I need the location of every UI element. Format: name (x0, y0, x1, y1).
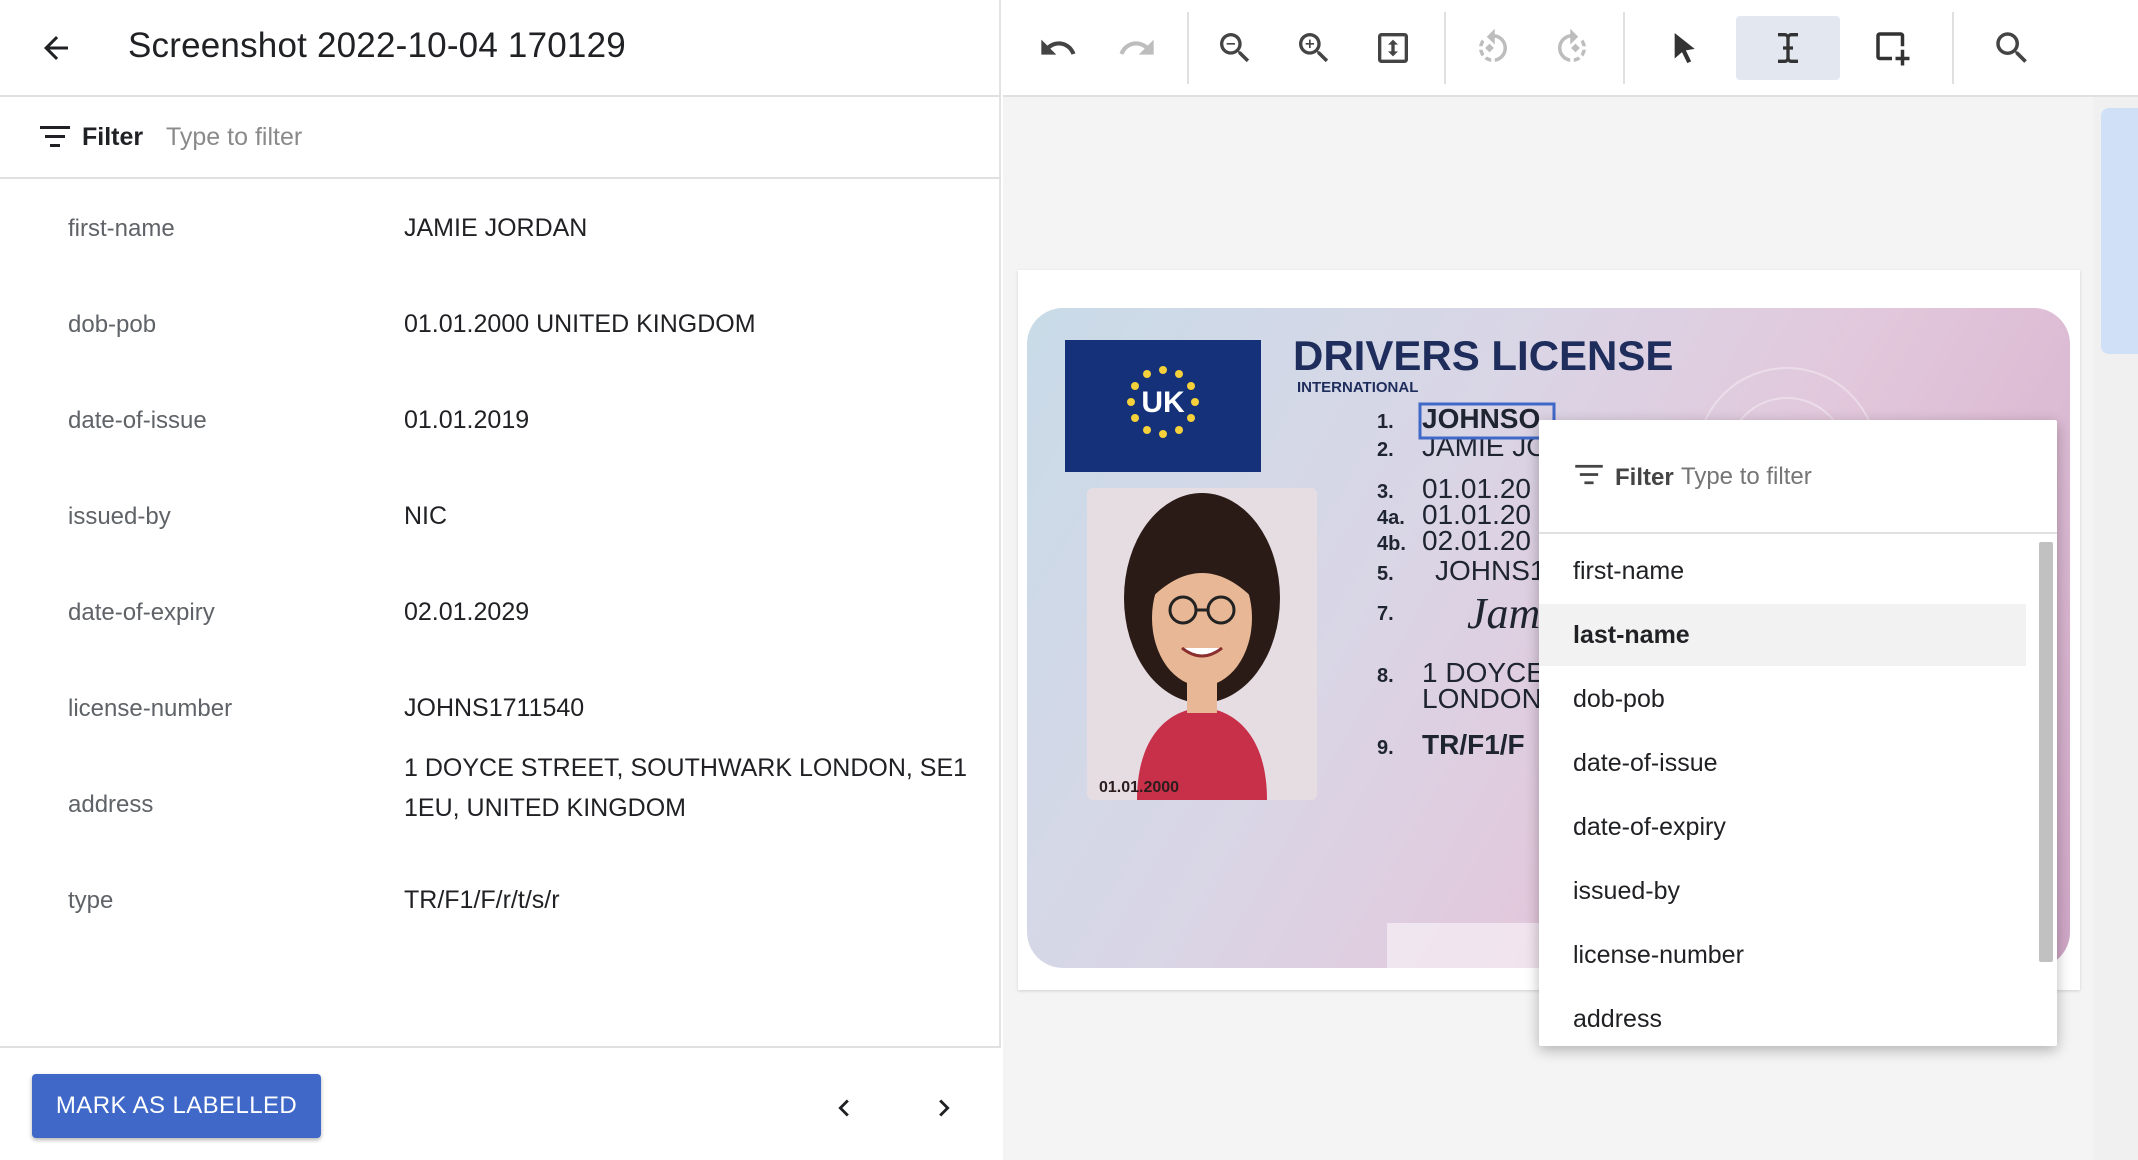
field-key: address (68, 791, 154, 818)
text-select-button[interactable] (1736, 16, 1840, 80)
document-title: Screenshot 2022-10-04 170129 (128, 26, 626, 65)
card-line-number: 1. (1377, 411, 1394, 433)
field-value: 01.01.2019 (404, 406, 530, 434)
field-key: date-of-expiry (68, 599, 215, 626)
card-line-number: 4a. (1377, 507, 1405, 529)
redo-icon (1119, 39, 1154, 55)
label-picker-dropdown: Filter first-name last-name dob-pob date… (1539, 420, 2057, 1046)
filter-icon (1575, 464, 1603, 485)
card-subheading: INTERNATIONAL (1297, 379, 1418, 396)
field-key: type (68, 887, 114, 914)
field-value: JOHNS1711540 (404, 694, 585, 722)
app-root: Screenshot 2022-10-04 170129 Filter firs… (0, 0, 2138, 1160)
dropdown-filter-label: Filter (1615, 464, 1674, 491)
card-line-number: 4b. (1377, 533, 1406, 555)
text-select-icon (1778, 33, 1798, 63)
field-key: dob-pob (68, 311, 157, 338)
field-key: issued-by (68, 503, 171, 530)
field-value: NIC (404, 502, 448, 530)
zoom-out-icon (1220, 33, 1250, 63)
field-value: JAMIE JORDAN (404, 214, 588, 242)
filter-icon (40, 126, 70, 147)
back-button[interactable] (28, 22, 84, 74)
dropdown-option[interactable]: dob-pob (1539, 668, 2026, 730)
zoom-in-button[interactable] (1282, 16, 1346, 80)
dropdown-filter-input[interactable] (1681, 458, 2031, 496)
undo-button[interactable] (1026, 16, 1090, 80)
toolbar-divider (1444, 12, 1446, 84)
viewer-scrollbar-thumb[interactable] (2101, 108, 2138, 354)
field-key: date-of-issue (68, 407, 207, 434)
field-value: 02.01.2029 (404, 598, 530, 626)
dropdown-options: first-name last-name dob-pob date-of-iss… (1539, 536, 2057, 1046)
card-line-text: TR/F1/F (1422, 729, 1525, 760)
toolbar-divider (1623, 12, 1625, 84)
card-line-text: JOHNSO (1422, 403, 1540, 434)
field-key: license-number (68, 695, 233, 722)
card-country: UK (1141, 386, 1185, 419)
select-pointer-icon (1674, 33, 1695, 64)
filter-bar: Filter (0, 97, 1001, 179)
card-line-text: Jam (1467, 589, 1540, 638)
title-bar: Screenshot 2022-10-04 170129 (0, 0, 1001, 97)
field-value: TR/F1/F/r/t/s/r (404, 886, 560, 914)
dropdown-option[interactable]: first-name (1539, 540, 2026, 602)
zoom-in-icon (1299, 33, 1329, 63)
card-line-number: 3. (1377, 481, 1394, 503)
card-line-number: 8. (1377, 665, 1394, 687)
footer-bar: MARK AS LABELLED (0, 1046, 1001, 1160)
dropdown-scrollbar-thumb[interactable] (2039, 542, 2053, 962)
chevron-left-icon (838, 1099, 849, 1117)
field-key: first-name (68, 215, 175, 242)
dropdown-option-highlighted[interactable]: last-name (1539, 604, 2026, 666)
card-line-text: LONDON, (1422, 683, 1550, 714)
next-button[interactable] (920, 1084, 968, 1132)
dropdown-option[interactable]: address (1539, 988, 2026, 1046)
card-line-number: 5. (1377, 563, 1394, 585)
card-photo-date: 01.01.2000 (1099, 779, 1179, 796)
field-value: 1 DOYCE STREET, SOUTHWARK LONDON, SE1 1E… (404, 754, 968, 822)
previous-button[interactable] (820, 1084, 868, 1132)
dropdown-filter-bar: Filter (1539, 420, 2057, 534)
redo-button[interactable] (1105, 16, 1169, 80)
search-button[interactable] (1980, 16, 2044, 80)
add-box-button[interactable] (1860, 16, 1924, 80)
arrow-left-icon (44, 36, 68, 60)
fit-page-button[interactable] (1361, 16, 1425, 80)
dropdown-option[interactable]: issued-by (1539, 860, 2026, 922)
zoom-out-button[interactable] (1203, 16, 1267, 80)
card-line-number: 7. (1377, 603, 1394, 625)
search-icon (1996, 32, 2027, 63)
card-line-number: 9. (1377, 737, 1394, 759)
card-line-text: JAMIE JO (1422, 431, 1548, 462)
undo-icon (1041, 39, 1076, 55)
chevron-right-icon (939, 1099, 950, 1117)
rotate-right-icon (1558, 28, 1586, 62)
dropdown-option[interactable]: date-of-expiry (1539, 796, 2026, 858)
filter-label: Filter (82, 123, 144, 151)
rotate-left-button[interactable] (1461, 16, 1525, 80)
rotate-right-button[interactable] (1540, 16, 1604, 80)
card-heading: DRIVERS LICENSE (1293, 332, 1673, 379)
filter-input[interactable] (166, 115, 946, 159)
fields-panel: Screenshot 2022-10-04 170129 Filter firs… (0, 0, 1001, 1160)
viewer-toolbar (1003, 0, 2138, 97)
field-value: 01.01.2000 UNITED KINGDOM (404, 310, 756, 338)
dropdown-option[interactable]: license-number (1539, 924, 2026, 986)
toolbar-divider (1187, 12, 1189, 84)
card-line-text: 02.01.20 (1422, 525, 1531, 556)
mark-as-labelled-button[interactable]: MARK AS LABELLED (32, 1074, 321, 1138)
card-line-number: 2. (1377, 439, 1394, 461)
add-box-icon (1876, 32, 1910, 66)
select-pointer-button[interactable] (1651, 16, 1715, 80)
rotate-left-icon (1479, 28, 1507, 62)
toolbar-divider (1952, 12, 1954, 84)
card-line-text: JOHNS1 (1435, 555, 1545, 586)
dropdown-option[interactable]: date-of-issue (1539, 732, 2026, 794)
fit-page-icon (1378, 33, 1408, 63)
